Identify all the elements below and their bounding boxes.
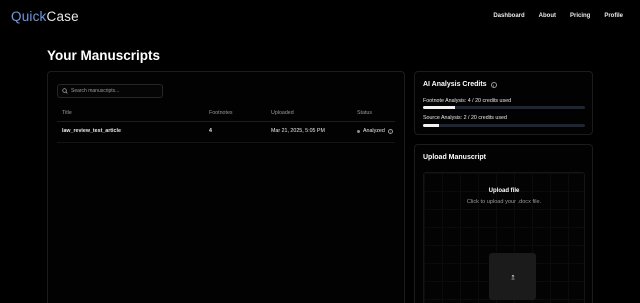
status-label: Analyzed	[363, 128, 385, 134]
page-title: Your Manuscripts	[47, 48, 161, 63]
cell-title[interactable]: law_review_test_article	[62, 128, 121, 134]
footnote-credits-label: Footnote Analysis: 4 / 20 credits used	[423, 98, 512, 104]
credits-panel: AI Analysis Credits i Footnote Analysis:…	[414, 71, 593, 135]
search-icon	[62, 88, 68, 94]
column-header-title[interactable]: Title	[62, 110, 72, 116]
upload-panel: Upload Manuscript Upload file Click to u…	[414, 144, 593, 303]
nav-about[interactable]: About	[539, 13, 556, 19]
info-icon[interactable]: i	[490, 81, 497, 88]
nav-pricing[interactable]: Pricing	[570, 13, 590, 19]
cell-footnotes: 4	[209, 128, 212, 134]
search-box[interactable]	[57, 84, 163, 98]
status-dot	[357, 129, 360, 133]
cell-uploaded: Mar 21, 2025, 5:05 PM	[271, 128, 325, 134]
column-header-status[interactable]: Status	[357, 110, 372, 116]
info-icon[interactable]: i	[387, 128, 393, 134]
footnote-credits-fill	[423, 106, 456, 109]
logo-part-quick: Quick	[11, 9, 47, 24]
app-logo[interactable]: QuickCase	[11, 9, 79, 24]
column-header-uploaded[interactable]: Uploaded	[271, 110, 294, 116]
status-badge: Analyzed i	[357, 128, 393, 134]
credits-title-text: AI Analysis Credits	[423, 81, 487, 88]
dropzone-subtitle: Click to upload your .docx file.	[466, 199, 542, 205]
table-header-divider	[57, 121, 395, 122]
footnote-credits-bar	[423, 106, 585, 109]
row-divider	[57, 142, 395, 143]
column-header-footnotes[interactable]: Footnotes	[209, 110, 233, 116]
logo-part-case: Case	[46, 9, 79, 24]
source-credits-label: Source Analysis: 2 / 20 credits used	[423, 115, 507, 121]
upload-dropzone[interactable]: Upload file Click to upload your .docx f…	[423, 172, 585, 303]
upload-title: Upload Manuscript	[423, 154, 487, 161]
dropzone-title: Upload file	[488, 188, 520, 194]
source-credits-fill	[423, 124, 440, 127]
upload-button[interactable]	[489, 253, 536, 300]
credits-title: AI Analysis Credits i	[423, 81, 497, 88]
nav-profile[interactable]: Profile	[604, 13, 623, 19]
source-credits-bar	[423, 124, 585, 127]
top-nav: Dashboard About Pricing Profile	[493, 13, 623, 19]
manuscripts-panel: Title Footnotes Uploaded Status law_revi…	[47, 71, 405, 303]
search-input[interactable]	[71, 88, 161, 94]
upload-icon	[511, 274, 514, 279]
nav-dashboard[interactable]: Dashboard	[493, 13, 524, 19]
